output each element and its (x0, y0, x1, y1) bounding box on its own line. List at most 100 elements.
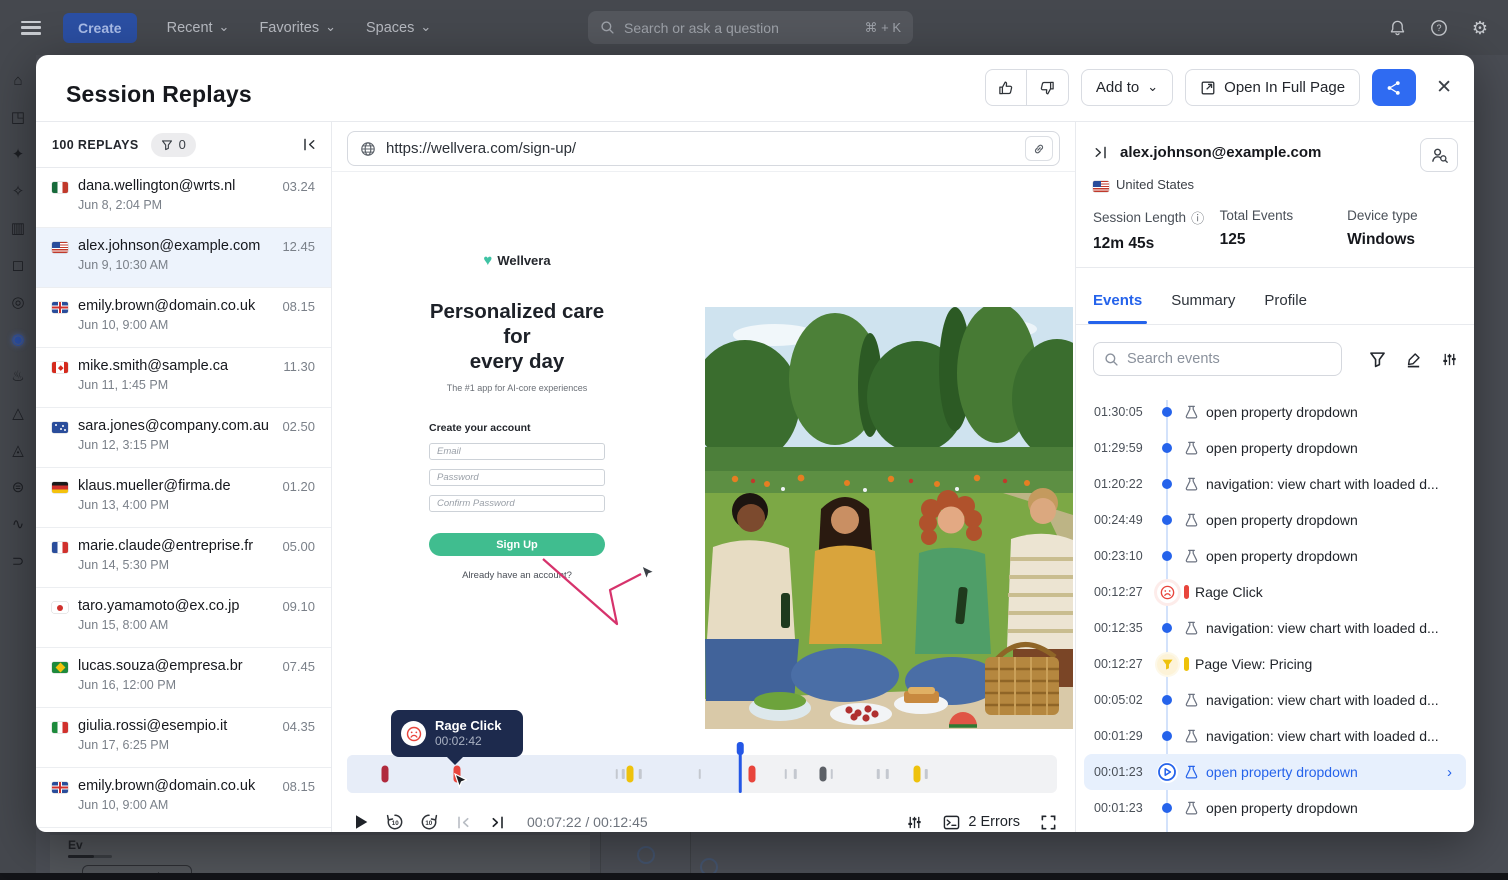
event-tick[interactable] (925, 769, 928, 779)
replay-list-item[interactable]: emily.brown@domain.co.uk Jun 10, 9:00 AM… (36, 288, 331, 348)
event-row[interactable]: 01:20:22 navigation: view chart with loa… (1076, 466, 1474, 502)
nav-spaces[interactable]: Spaces ⌄ (366, 20, 431, 36)
thumbs-down-button[interactable] (1026, 69, 1069, 106)
skip-next-button[interactable] (483, 808, 511, 832)
event-row[interactable]: 00:12:27 Rage Click (1076, 574, 1474, 610)
forward-10-button[interactable]: 10 (415, 808, 443, 832)
open-full-page-button[interactable]: Open In Full Page (1185, 69, 1361, 106)
error-marker[interactable] (381, 765, 389, 783)
event-tick[interactable] (698, 769, 702, 779)
replay-filter-pill[interactable]: 0 (150, 132, 196, 157)
session-details-panel: alex.johnson@example.com United States S… (1076, 122, 1474, 832)
event-row[interactable]: 00:12:27 Page View: Pricing (1076, 646, 1474, 682)
hamburger-menu-icon[interactable] (21, 20, 41, 35)
play-button[interactable] (347, 808, 375, 832)
view-user-profile-button[interactable] (1420, 138, 1458, 172)
replay-list-item[interactable]: taro.yamamoto@ex.co.jp Jun 15, 8:00 AM 0… (36, 588, 331, 648)
replay-video-frame[interactable]: ♥ Wellvera Personalized care for every day… (332, 172, 1075, 732)
pulse-icon[interactable]: ∿ (8, 517, 28, 532)
filter-events-icon[interactable] (1369, 351, 1386, 368)
global-search-input[interactable]: Search or ask a question ⌘ + K (588, 11, 913, 44)
screen-icon[interactable]: ◻ (8, 258, 28, 273)
charts-icon[interactable]: ▥ (8, 221, 28, 236)
highlight-events-icon[interactable] (1405, 351, 1422, 368)
replay-list-item[interactable]: sara.jones@company.com.au Jun 12, 3:15 P… (36, 408, 331, 468)
timeline-playhead[interactable] (737, 742, 743, 793)
replay-list-item[interactable]: marie.claude@entreprise.fr Jun 14, 5:30 … (36, 528, 331, 588)
event-tick[interactable] (784, 769, 788, 779)
event-row[interactable]: 01:30:05 open property dropdown (1076, 394, 1474, 430)
close-icon[interactable]: ✕ (1436, 76, 1452, 99)
thumbs-up-button[interactable] (984, 69, 1027, 106)
pipeline-icon[interactable]: ⊃ (8, 554, 28, 569)
replay-list-item[interactable]: lucas.souza@empresa.br Jun 16, 12:00 PM … (36, 648, 331, 708)
chevron-right-icon: › (1447, 763, 1452, 781)
objects-icon[interactable]: ◳ (8, 110, 28, 125)
event-tick[interactable] (793, 769, 797, 779)
skip-previous-button[interactable] (449, 808, 477, 832)
replay-list-item[interactable]: dana.wellington@wrts.nl Jun 8, 2:04 PM 0… (36, 168, 331, 228)
cursor-click-icon[interactable]: ✦ (8, 147, 28, 162)
search-events-input[interactable]: Search events (1093, 342, 1342, 376)
replay-list-item[interactable]: emily.brown@domain.co.uk Jun 10, 9:00 AM… (36, 768, 331, 828)
add-to-button[interactable]: Add to ⌄ (1080, 69, 1174, 106)
event-row[interactable]: 00:12:35 navigation: view chart with loa… (1076, 610, 1474, 646)
flame-icon[interactable]: ♨ (8, 369, 28, 384)
replay-datetime: Jun 10, 9:00 AM (78, 798, 169, 812)
event-tick[interactable] (638, 769, 642, 779)
collapse-panel-icon[interactable] (1093, 145, 1108, 160)
replay-icon[interactable]: ◉ (8, 332, 28, 347)
replay-list-item[interactable]: giulia.rossi@esempio.it Jun 17, 6:25 PM … (36, 708, 331, 768)
event-tick[interactable] (876, 769, 880, 779)
collapse-panel-icon[interactable] (302, 137, 317, 152)
tooltip-time: 00:02:42 (435, 734, 482, 748)
experiment-icon[interactable]: △ (8, 406, 28, 421)
nav-recent[interactable]: Recent ⌄ (167, 20, 230, 36)
replay-list-item[interactable]: klaus.mueller@firma.de Jun 13, 4:00 PM 0… (36, 468, 331, 528)
copy-link-button[interactable] (1025, 136, 1053, 161)
rewind-10-button[interactable]: 10 (381, 808, 409, 832)
nav-favorites[interactable]: Favorites ⌄ (259, 20, 336, 36)
event-tick[interactable] (830, 769, 834, 779)
tab-profile[interactable]: Profile (1264, 292, 1307, 324)
console-errors-button[interactable]: 2 Errors (943, 814, 1020, 831)
data-icon[interactable]: ⊜ (8, 480, 28, 495)
event-tick[interactable] (886, 769, 889, 779)
replay-datetime: Jun 8, 2:04 PM (78, 198, 163, 212)
stat-label: Device type (1347, 208, 1418, 223)
tab-summary[interactable]: Summary (1171, 292, 1235, 324)
event-row[interactable]: 00:01:23 open property dropdown › (1084, 754, 1466, 790)
rage-click-marker[interactable] (748, 765, 756, 783)
event-row[interactable]: 00:01:29 navigation: view chart with loa… (1076, 718, 1474, 754)
event-settings-icon[interactable] (1441, 351, 1458, 368)
backdrop-event-ring (637, 846, 655, 864)
chevron-down-icon: ⌄ (218, 19, 230, 34)
event-tick[interactable] (621, 769, 625, 779)
event-row[interactable]: 00:24:49 open property dropdown (1076, 502, 1474, 538)
event-row[interactable]: 00:01:23 open property dropdown (1076, 790, 1474, 826)
users-icon[interactable]: ◎ (8, 295, 28, 310)
playback-settings-icon[interactable] (906, 814, 923, 831)
event-dot-icon (1162, 479, 1172, 489)
event-tick[interactable] (615, 769, 619, 779)
dead-click-marker[interactable] (819, 766, 827, 782)
replay-list-item[interactable]: mike.smith@sample.ca Jun 11, 1:45 PM 11.… (36, 348, 331, 408)
event-row[interactable]: 01:29:59 open property dropdown (1076, 430, 1474, 466)
share-button[interactable] (1372, 69, 1417, 106)
tab-events[interactable]: Events (1087, 292, 1148, 324)
create-button[interactable]: Create (63, 12, 137, 43)
replay-list-item[interactable]: alex.johnson@example.com Jun 9, 10:30 AM… (36, 228, 331, 288)
event-row[interactable]: 00:05:02 navigation: view chart with loa… (1076, 682, 1474, 718)
settings-gear-icon[interactable]: ⚙ (1472, 19, 1488, 37)
fullscreen-icon[interactable] (1040, 814, 1057, 831)
page-view-marker[interactable] (626, 765, 634, 783)
notifications-bell-icon[interactable] (1389, 19, 1406, 37)
event-label: navigation: view chart with loaded d... (1206, 620, 1439, 636)
event-row[interactable]: 00:23:10 open property dropdown (1076, 538, 1474, 574)
help-icon[interactable]: ? (1430, 19, 1448, 37)
home-icon[interactable]: ⌂ (8, 73, 28, 88)
compass-icon[interactable]: ◬ (8, 443, 28, 458)
info-icon[interactable]: ⓘ (1191, 208, 1204, 227)
page-view-marker[interactable] (913, 765, 921, 783)
ai-sparkle-icon[interactable]: ✧ (8, 184, 28, 199)
